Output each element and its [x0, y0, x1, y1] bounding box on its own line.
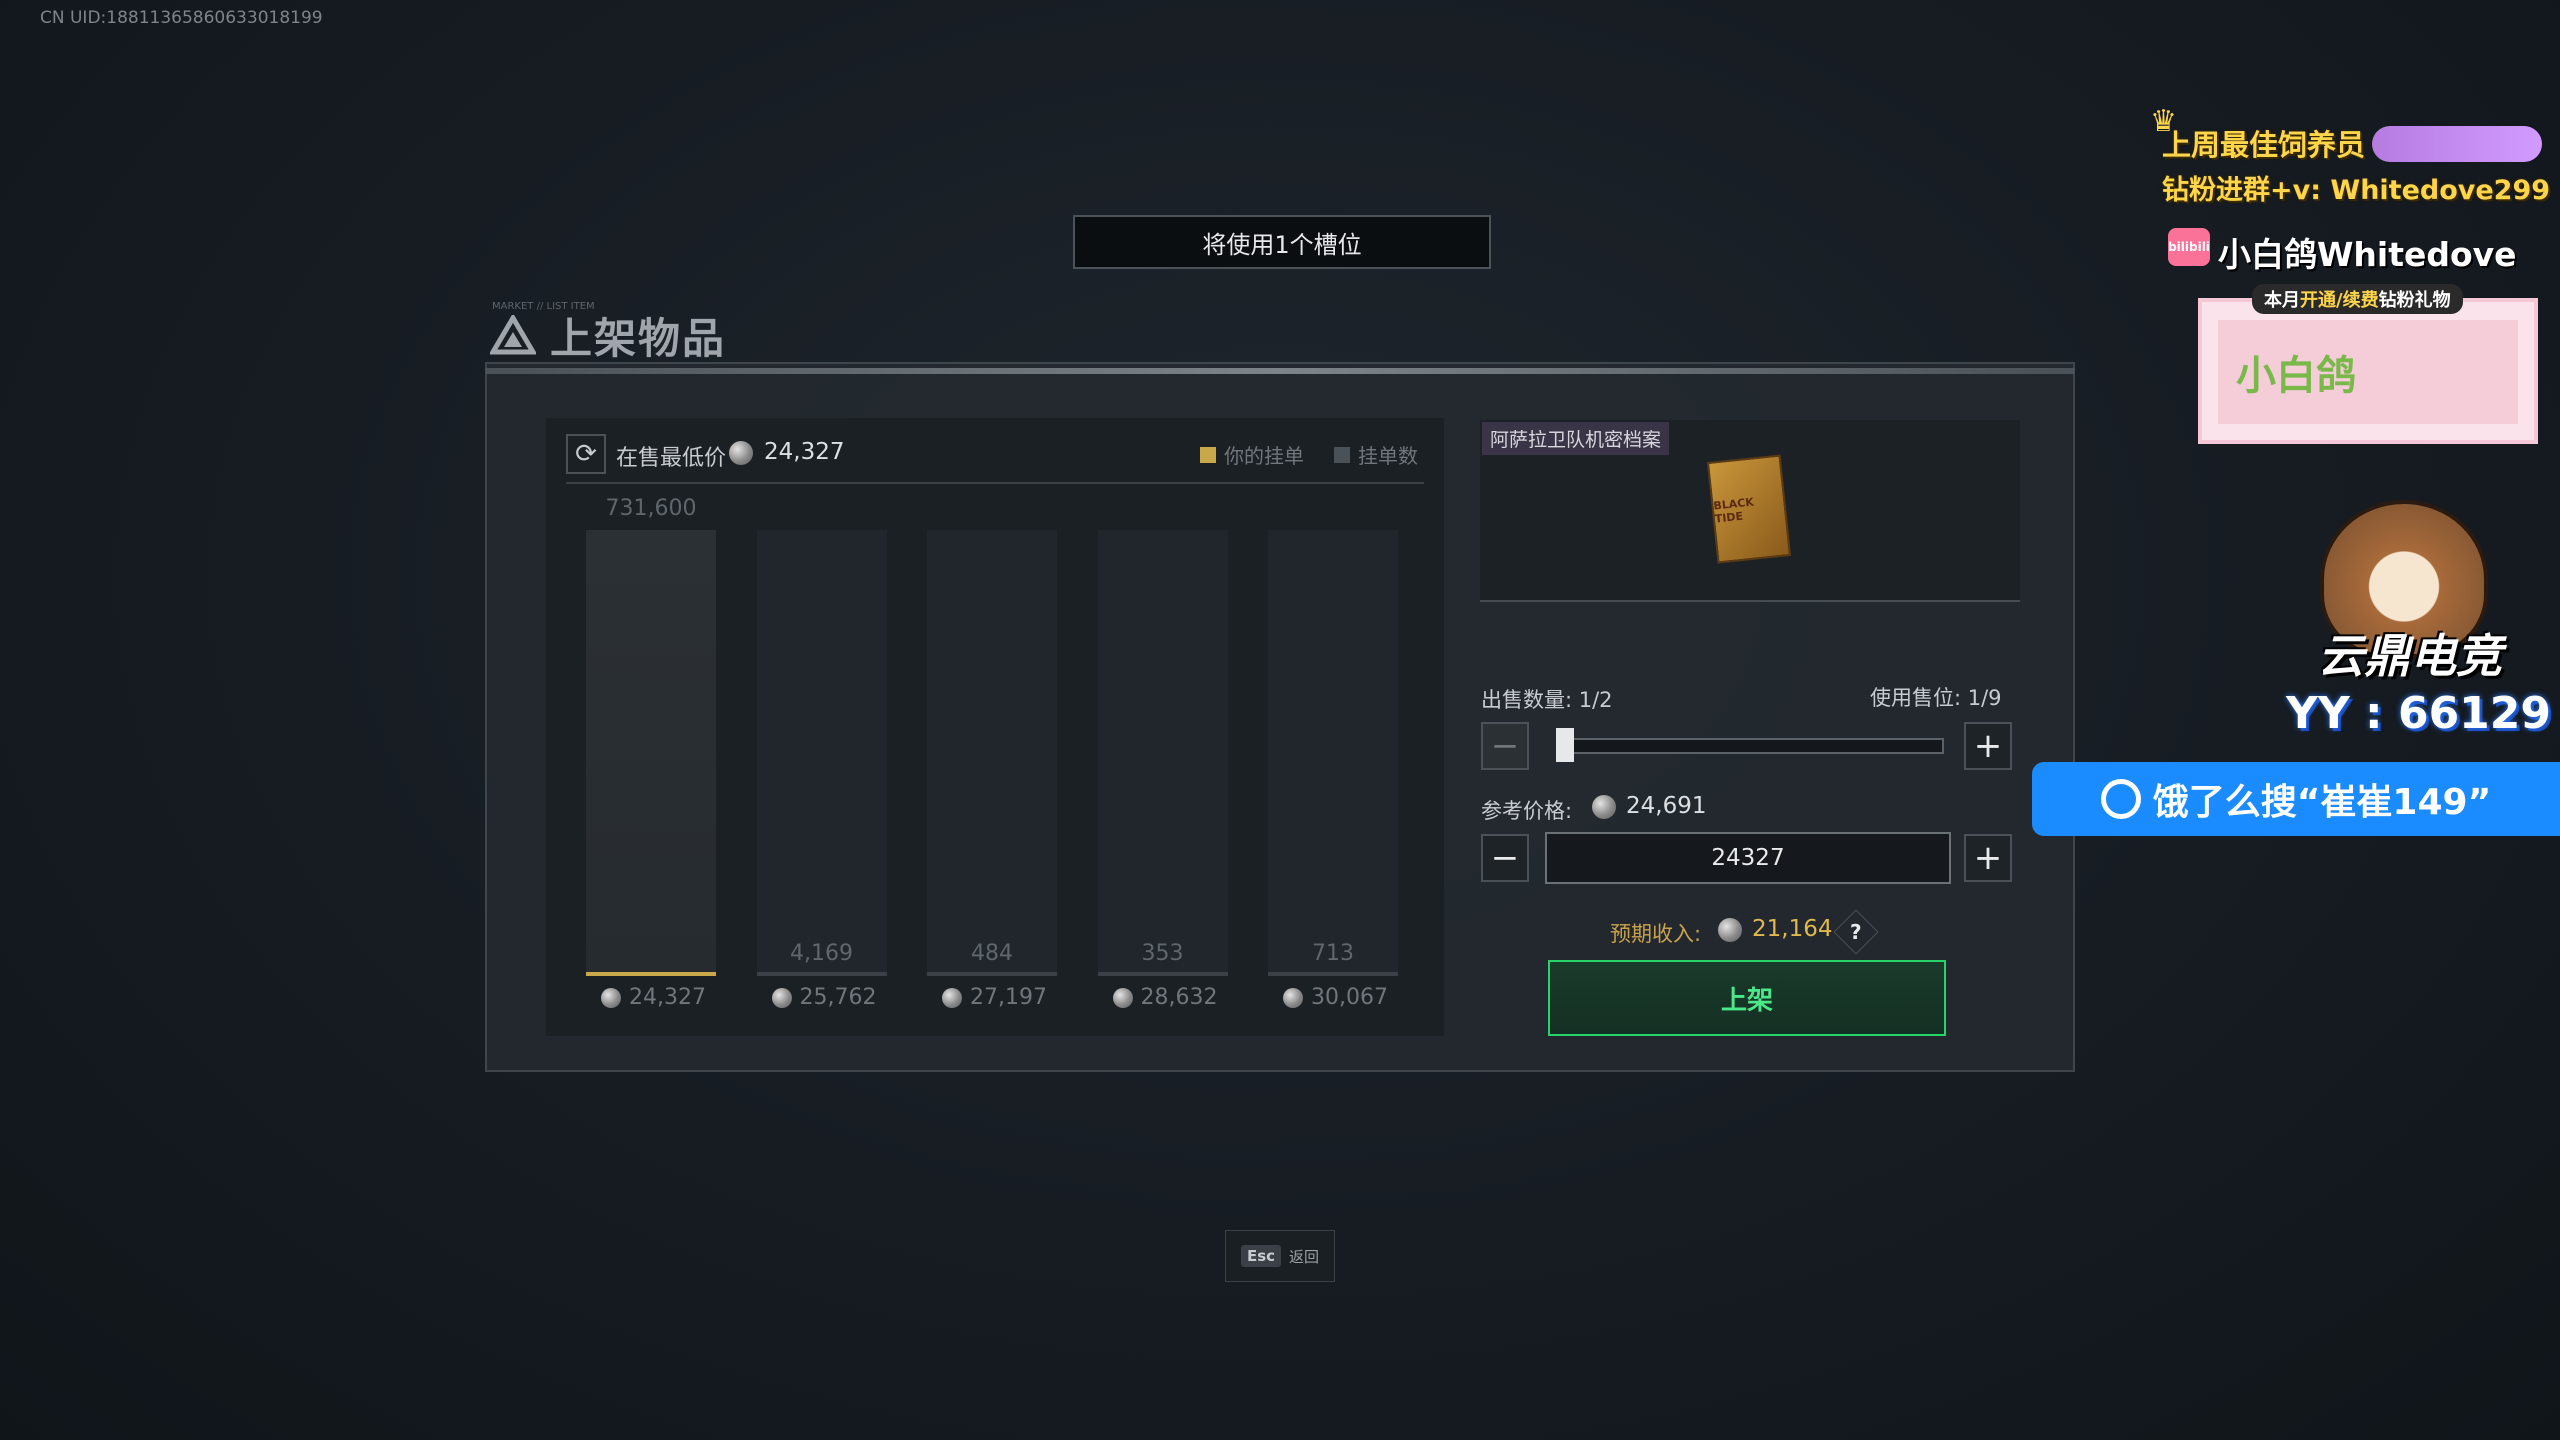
refresh-button[interactable]: ⟳ — [566, 434, 606, 474]
slot-usage-banner: 将使用1个槽位 — [1073, 215, 1491, 269]
overlay-search-text: 饿了么搜“崔崔149” — [2152, 782, 2492, 823]
eleme-logo-icon — [2100, 779, 2141, 819]
coin-icon — [729, 441, 753, 465]
overlay-search-banner: 饿了么搜“崔崔149” — [2032, 762, 2560, 836]
legend-swatch-gray — [1334, 446, 1350, 463]
bar-count-label: 4,169 — [790, 941, 853, 966]
bar-price-label: 24,327 — [629, 985, 706, 1010]
bar-baseline — [1268, 972, 1398, 976]
bar-count-label: 484 — [971, 941, 1013, 966]
bar-baseline — [1097, 972, 1228, 976]
overlay-name-pill — [2372, 126, 2542, 162]
price-increase-button[interactable]: + — [1964, 834, 2012, 882]
bar — [586, 530, 716, 975]
bar-price-tick: 24,327 — [601, 985, 706, 1010]
esc-back-label: 返回 — [1289, 1247, 1320, 1266]
bar-baseline — [927, 972, 1057, 976]
bar-price-label: 28,632 — [1140, 985, 1218, 1010]
bar-baseline — [586, 972, 716, 976]
overlay-best-feeder-text: 上周最佳饲养员 — [2162, 128, 2366, 162]
refresh-icon: ⟳ — [575, 439, 597, 469]
bar-price-tick: 27,197 — [942, 985, 1047, 1010]
expected-income-label: 预期收入: — [1610, 922, 1702, 946]
legend-swatch-gold — [1200, 446, 1216, 463]
bar-price-label: 27,197 — [970, 985, 1047, 1010]
slot-usage-label: 使用售位: 1/9 — [1870, 686, 2002, 710]
bar-count-label: 353 — [1141, 941, 1184, 966]
panel-title-text: 上架物品 — [550, 313, 727, 363]
bar-price-tick: 25,762 — [771, 985, 877, 1010]
coin-icon — [942, 987, 962, 1008]
quantity-label: 出售数量: 1/2 — [1481, 688, 1613, 712]
bar-price-tick: 30,067 — [1283, 985, 1388, 1010]
legend-listing-count: 挂单数 — [1334, 440, 1418, 469]
bar-price-label: 25,762 — [799, 985, 877, 1010]
plus-icon: + — [1973, 726, 2003, 766]
lowest-price-label: 在售最低价 — [616, 446, 727, 471]
bar-price-label: 30,067 — [1311, 985, 1388, 1010]
quantity-slider-handle[interactable] — [1556, 728, 1574, 762]
bar-background — [1268, 530, 1398, 975]
bar-background — [927, 530, 1057, 975]
delta-logo-icon — [490, 315, 536, 355]
panel-top-divider — [485, 368, 2075, 374]
price-input[interactable] — [1545, 832, 1951, 884]
legend-your-listing: 你的挂单 — [1200, 440, 1304, 469]
quantity-slider[interactable] — [1556, 738, 1944, 754]
coin-icon — [1592, 795, 1616, 819]
expected-income-value: 21,164 — [1752, 916, 1833, 942]
quantity-decrease-button[interactable]: − — [1481, 722, 1529, 770]
overlay-yy-id: YY : 66129 — [2286, 688, 2552, 739]
coin-icon — [1718, 918, 1742, 942]
esc-key-icon: Esc — [1240, 1245, 1282, 1267]
bar-background — [756, 530, 887, 975]
coin-icon — [771, 987, 792, 1008]
gift-badge-pre: 本月 — [2264, 290, 2300, 311]
overlay-gift-art: 小白鸽 — [2218, 320, 2518, 424]
help-icon-glyph: ? — [1850, 919, 1862, 944]
overlay-gift-badge: 本月开通/续费钻粉礼物 — [2252, 284, 2463, 314]
esc-back-button[interactable]: Esc 返回 — [1225, 1230, 1335, 1282]
bar-count-label: 731,600 — [605, 496, 697, 521]
bar-count-label: 713 — [1312, 941, 1354, 966]
coin-icon — [1112, 987, 1133, 1008]
coin-icon — [1283, 987, 1303, 1008]
bar-price-tick: 28,632 — [1112, 985, 1218, 1010]
plus-icon: + — [1973, 838, 2003, 878]
panel-tag: MARKET // LIST ITEM — [492, 301, 595, 312]
item-document-icon: BLACK TIDE — [1706, 454, 1792, 564]
panel-title: MARKET // LIST ITEM 上架物品 — [490, 301, 727, 365]
uid-label: CN UID:18811365860633018199 — [40, 8, 323, 28]
bar-baseline — [756, 972, 887, 976]
legend-label-your-listing: 你的挂单 — [1224, 444, 1304, 468]
bar-background — [1097, 530, 1228, 975]
gift-badge-post: 钻粉礼物 — [2378, 290, 2451, 311]
overlay-team-text: 云鼎电竞 — [2318, 629, 2502, 683]
item-name: 阿萨拉卫队机密档案 — [1482, 422, 1670, 455]
coin-icon — [601, 987, 621, 1008]
lowest-price-value: 24,327 — [764, 439, 845, 465]
bilibili-icon: bilibili — [2168, 228, 2210, 266]
legend-label-listing-count: 挂单数 — [1358, 444, 1418, 468]
list-item-button[interactable]: 上架 — [1548, 960, 1946, 1036]
reference-price-value: 24,691 — [1626, 793, 1707, 819]
overlay-streamer-name: 小白鸽Whitedove — [2218, 235, 2517, 274]
reference-price-label: 参考价格: — [1481, 799, 1573, 823]
minus-icon: − — [1490, 726, 1520, 766]
item-icon-text: BLACK TIDE — [1712, 495, 1755, 526]
gift-badge-highlight: 开通/续费 — [2300, 290, 2379, 311]
overlay-group-text: 钻粉进群+v: Whitedove299 — [2162, 175, 2551, 206]
quantity-increase-button[interactable]: + — [1964, 722, 2012, 770]
price-decrease-button[interactable]: − — [1481, 834, 1529, 882]
minus-icon: − — [1490, 838, 1520, 878]
